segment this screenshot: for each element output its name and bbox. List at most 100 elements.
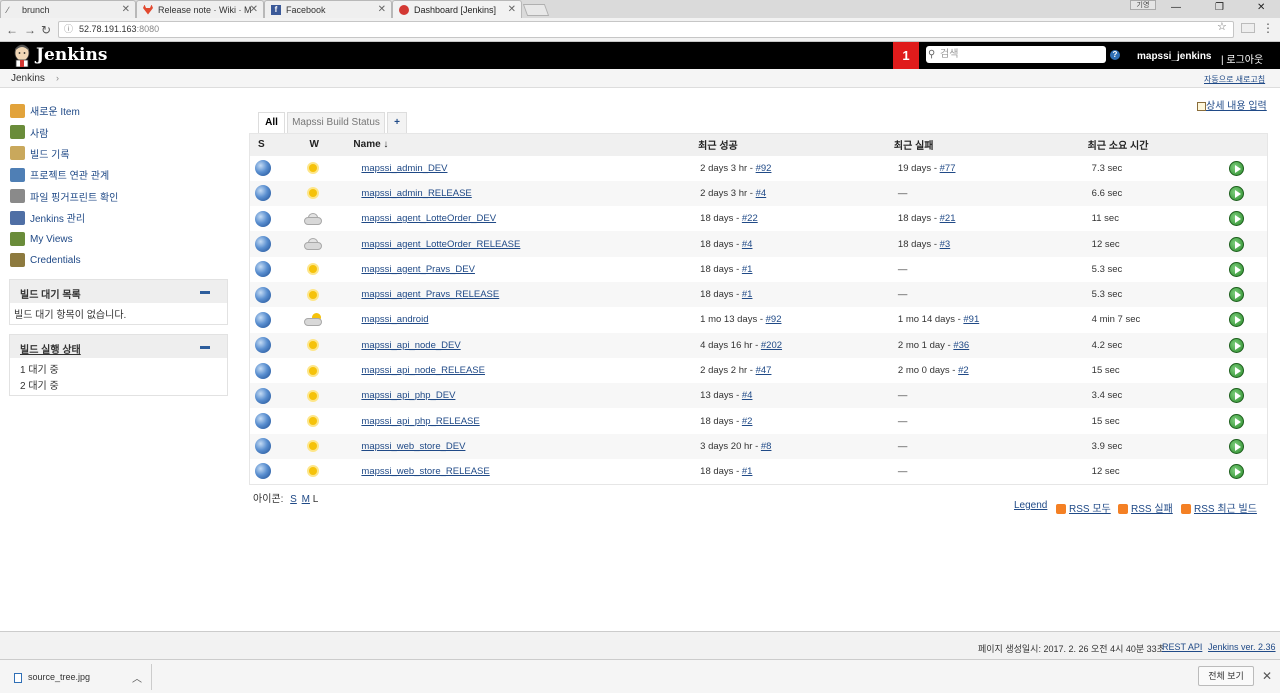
schedule-build-icon[interactable]	[1229, 337, 1245, 353]
extension-icon[interactable]	[1241, 23, 1255, 33]
status-blue-ball-icon[interactable]	[255, 387, 271, 404]
job-name-link[interactable]: mapssi_web_store_DEV	[361, 441, 465, 452]
job-name-link[interactable]: mapssi_android	[361, 314, 428, 325]
job-name-link[interactable]: mapssi_web_store_RELEASE	[361, 466, 489, 477]
last-failure-build-link[interactable]: #3	[940, 239, 951, 250]
job-name-link[interactable]: mapssi_admin_RELEASE	[361, 188, 471, 199]
header-name[interactable]: Name ↓	[353, 134, 698, 156]
job-name-link[interactable]: mapssi_api_php_DEV	[361, 390, 455, 401]
last-failure-build-link[interactable]: #2	[958, 365, 969, 376]
last-success-build-link[interactable]: #8	[761, 441, 772, 452]
sidebar-task[interactable]: 파일 핑거프린트 확인	[10, 186, 230, 207]
schedule-build-icon[interactable]	[1229, 185, 1245, 201]
sidebar-task[interactable]: 빌드 기록	[10, 143, 230, 164]
last-failure-build-link[interactable]: #91	[963, 314, 979, 325]
last-success-build-link[interactable]: #1	[742, 289, 753, 300]
tab-all[interactable]: All	[258, 112, 285, 133]
jenkins-logo-icon[interactable]	[12, 44, 32, 67]
close-shelf-icon[interactable]: ✕	[1262, 669, 1272, 683]
last-success-build-link[interactable]: #4	[756, 188, 767, 199]
icon-size-s[interactable]: S	[290, 494, 297, 505]
forward-icon[interactable]: →	[24, 23, 36, 37]
schedule-build-icon[interactable]	[1229, 236, 1245, 252]
last-success-build-link[interactable]: #2	[742, 416, 753, 427]
user-link[interactable]: mapssi_jenkins	[1137, 51, 1211, 62]
jenkins-version-link[interactable]: Jenkins ver. 2.36	[1208, 642, 1276, 652]
last-success-build-link[interactable]: #202	[761, 340, 782, 351]
schedule-build-icon[interactable]	[1229, 438, 1245, 454]
header-last-success[interactable]: 최근 성공	[698, 134, 894, 156]
status-blue-ball-icon[interactable]	[255, 160, 271, 177]
rss-failed-link[interactable]: RSS 실패	[1118, 500, 1173, 515]
sidebar-task[interactable]: 사람	[10, 121, 230, 142]
close-tab-icon[interactable]: ✕	[122, 4, 130, 15]
sidebar-task[interactable]: Jenkins 관리	[10, 207, 230, 228]
job-name-link[interactable]: mapssi_agent_LotteOrder_RELEASE	[361, 239, 520, 250]
sidebar-task[interactable]: My Views	[10, 228, 230, 249]
schedule-build-icon[interactable]	[1229, 463, 1245, 479]
last-failure-build-link[interactable]: #21	[940, 213, 956, 224]
status-blue-ball-icon[interactable]	[255, 236, 271, 253]
executor-title[interactable]: 빌드 실행 상태	[20, 345, 81, 356]
schedule-build-icon[interactable]	[1229, 211, 1245, 227]
weather-sunny-icon[interactable]	[305, 388, 321, 404]
sidebar-task[interactable]: Credentials	[10, 250, 230, 271]
status-blue-ball-icon[interactable]	[255, 210, 271, 227]
back-icon[interactable]: ←	[6, 23, 18, 37]
info-icon[interactable]: ⓘ	[64, 22, 73, 37]
last-success-build-link[interactable]: #92	[766, 314, 782, 325]
icon-size-m[interactable]: M	[302, 494, 310, 505]
last-success-build-link[interactable]: #22	[742, 213, 758, 224]
weather-sunny-icon[interactable]	[305, 413, 321, 429]
browser-menu-icon[interactable]: ⋮	[1262, 21, 1274, 35]
notification-badge[interactable]: 1	[893, 42, 919, 69]
close-tab-icon[interactable]: ✕	[508, 4, 516, 15]
breadcrumb-jenkins[interactable]: Jenkins	[11, 73, 45, 84]
browser-tab-jenkins[interactable]: Dashboard [Jenkins] ✕	[392, 0, 522, 18]
status-blue-ball-icon[interactable]	[255, 261, 271, 278]
status-blue-ball-icon[interactable]	[255, 413, 271, 430]
weather-partly-cloudy-icon[interactable]	[303, 312, 323, 327]
status-blue-ball-icon[interactable]	[255, 337, 271, 354]
restore-icon[interactable]: ❐	[1215, 2, 1224, 13]
last-success-build-link[interactable]: #47	[756, 365, 772, 376]
last-success-build-link[interactable]: #92	[756, 163, 772, 174]
last-success-build-link[interactable]: #4	[742, 390, 753, 401]
header-last-duration[interactable]: 최근 소요 시간	[1088, 134, 1228, 156]
last-success-build-link[interactable]: #1	[742, 466, 753, 477]
header-status[interactable]: S	[250, 134, 300, 156]
auto-refresh-link[interactable]: 자동으로 새로고침	[1204, 74, 1265, 85]
rss-latest-link[interactable]: RSS 최근 빌드	[1181, 500, 1257, 515]
sidebar-task[interactable]: 프로젝트 연관 관계	[10, 164, 230, 185]
schedule-build-icon[interactable]	[1229, 363, 1245, 379]
status-blue-ball-icon[interactable]	[255, 362, 271, 379]
weather-cloudy-icon[interactable]	[303, 237, 323, 251]
schedule-build-icon[interactable]	[1229, 388, 1245, 404]
schedule-build-icon[interactable]	[1229, 312, 1245, 328]
breadcrumb-chevron-icon[interactable]: ›	[56, 73, 59, 83]
status-blue-ball-icon[interactable]	[255, 286, 271, 303]
schedule-build-icon[interactable]	[1229, 287, 1245, 303]
close-tab-icon[interactable]: ✕	[378, 4, 386, 15]
weather-sunny-icon[interactable]	[305, 160, 321, 176]
search-input[interactable]: ⚲ 검색	[926, 46, 1106, 63]
reload-icon[interactable]: ↻	[41, 23, 51, 37]
last-failure-build-link[interactable]: #36	[953, 340, 969, 351]
chevron-up-icon[interactable]: ︿	[132, 670, 142, 685]
rest-api-link[interactable]: REST API	[1162, 642, 1202, 652]
last-success-build-link[interactable]: #4	[742, 239, 753, 250]
browser-tab-release-note[interactable]: Release note · Wiki · M ✕	[136, 0, 264, 18]
job-name-link[interactable]: mapssi_admin_DEV	[361, 163, 447, 174]
rss-all-link[interactable]: RSS 모두	[1056, 500, 1111, 515]
status-blue-ball-icon[interactable]	[255, 463, 271, 480]
schedule-build-icon[interactable]	[1229, 160, 1245, 176]
help-icon[interactable]: ?	[1110, 50, 1120, 60]
weather-cloudy-icon[interactable]	[303, 212, 323, 226]
show-all-button[interactable]: 전체 보기	[1198, 666, 1254, 686]
last-failure-build-link[interactable]: #77	[940, 163, 956, 174]
minimize-icon[interactable]: —	[1171, 2, 1181, 13]
schedule-build-icon[interactable]	[1229, 261, 1245, 277]
edit-description-link[interactable]: 상세 내용 입력	[1197, 97, 1267, 112]
header-weather[interactable]: W	[299, 134, 353, 156]
job-name-link[interactable]: mapssi_agent_Pravs_DEV	[361, 264, 475, 275]
